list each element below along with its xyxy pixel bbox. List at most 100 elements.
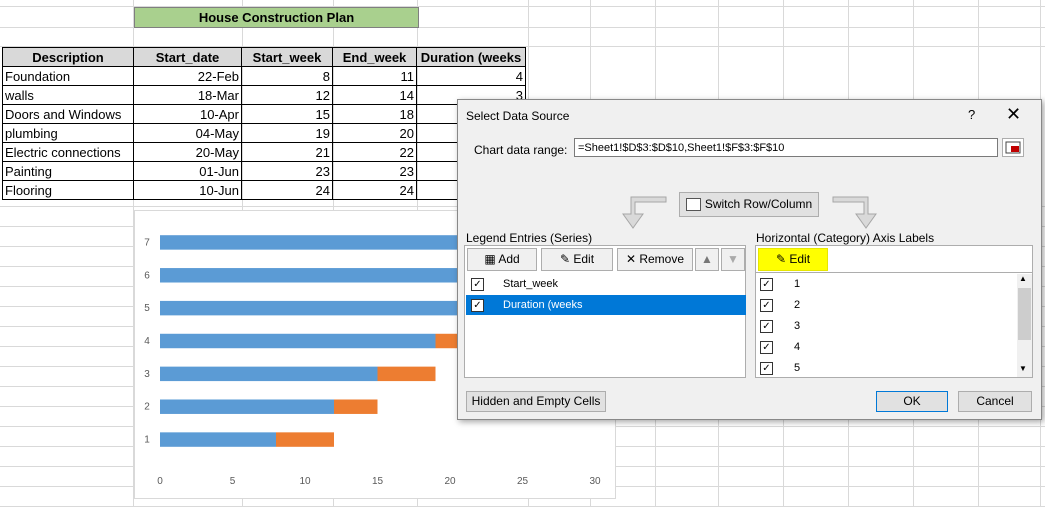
table-cell[interactable]: Flooring bbox=[2, 180, 134, 200]
axis-label-item[interactable]: ✓ 4 bbox=[757, 337, 1015, 357]
scroll-up-icon[interactable]: ▲ bbox=[1019, 274, 1027, 283]
axis-label-item[interactable]: ✓ 2 bbox=[757, 295, 1015, 315]
axis-label-item[interactable]: ✓ 1 bbox=[757, 274, 1015, 294]
remove-series-button[interactable]: ✕ Remove bbox=[617, 248, 693, 271]
bar-duration[interactable] bbox=[276, 432, 334, 447]
series-name: Start_week bbox=[503, 278, 559, 290]
help-button[interactable]: ? bbox=[968, 107, 975, 122]
table-cell[interactable]: Foundation bbox=[2, 66, 134, 86]
x-tick-label: 20 bbox=[444, 476, 456, 487]
table-cell[interactable]: 01-Jun bbox=[133, 161, 242, 181]
axis-label-item[interactable]: ✓ 3 bbox=[757, 316, 1015, 336]
edit-series-button[interactable]: ✎ Edit bbox=[541, 248, 613, 271]
axis-labels-box: ✎ Edit ✓ 1 ✓ 2 ✓ 3 ✓ 4 ✓ 5 ▲ ▼ bbox=[755, 245, 1033, 378]
table-cell[interactable]: 18 bbox=[332, 104, 417, 124]
series-item[interactable]: ✓ Start_week bbox=[466, 274, 746, 294]
table-row: plumbing 04-May 19 20 bbox=[2, 123, 526, 143]
arrow-left-icon bbox=[622, 196, 667, 229]
switch-row-column-button[interactable]: Switch Row/Column bbox=[679, 192, 819, 217]
table-cell[interactable]: 8 bbox=[241, 66, 333, 86]
close-icon[interactable]: ✕ bbox=[1006, 104, 1021, 125]
series-checkbox[interactable]: ✓ bbox=[471, 278, 484, 291]
axis-checkbox[interactable]: ✓ bbox=[760, 341, 773, 354]
divider bbox=[756, 272, 1032, 273]
table-row: Foundation 22-Feb 8 11 4 bbox=[2, 66, 526, 86]
remove-label: Remove bbox=[639, 252, 685, 266]
table-cell[interactable]: 21 bbox=[241, 142, 333, 162]
axis-checkbox[interactable]: ✓ bbox=[760, 278, 773, 291]
table-cell[interactable]: 20-May bbox=[133, 142, 242, 162]
bar-start-week[interactable] bbox=[160, 268, 494, 283]
legend-entries-label: Legend Entries (Series) bbox=[466, 231, 593, 245]
axis-label-value: 5 bbox=[794, 362, 801, 374]
table-cell[interactable]: 12 bbox=[241, 85, 333, 105]
table-cell[interactable]: 18-Mar bbox=[133, 85, 242, 105]
bar-start-week[interactable] bbox=[160, 366, 378, 382]
table-cell[interactable]: 10-Apr bbox=[133, 104, 242, 124]
table-cell[interactable]: Painting bbox=[2, 161, 134, 181]
edit-icon: ✎ bbox=[775, 252, 790, 266]
col-header[interactable]: Duration (weeks bbox=[416, 47, 526, 67]
scroll-thumb[interactable] bbox=[1018, 288, 1031, 340]
series-name: Duration (weeks bbox=[503, 299, 583, 311]
axis-label-item[interactable]: ✓ 5 bbox=[757, 358, 1015, 378]
y-tick-label: 4 bbox=[144, 336, 150, 347]
edit-axis-labels-button[interactable]: ✎ Edit bbox=[758, 248, 828, 271]
range-label: Chart data range: bbox=[474, 143, 568, 157]
ok-button[interactable]: OK bbox=[876, 391, 948, 412]
legend-entries-box: ▦ Add ✎ Edit ✕ Remove ▲ ▼ ✓ Start_week ✓ Du… bbox=[464, 245, 746, 378]
bar-duration[interactable] bbox=[334, 399, 378, 414]
add-label: Add bbox=[498, 252, 520, 266]
series-checkbox[interactable]: ✓ bbox=[471, 299, 484, 312]
table-cell[interactable]: 04-May bbox=[133, 123, 242, 143]
scrollbar[interactable]: ▲ ▼ bbox=[1017, 274, 1032, 377]
axis-checkbox[interactable]: ✓ bbox=[760, 362, 773, 375]
series-item[interactable]: ✓ Duration (weeks bbox=[466, 295, 746, 315]
move-up-button[interactable]: ▲ bbox=[695, 248, 719, 271]
col-header[interactable]: Description bbox=[2, 47, 134, 67]
hidden-empty-cells-button[interactable]: Hidden and Empty Cells bbox=[466, 391, 606, 412]
table-cell[interactable]: 20 bbox=[332, 123, 417, 143]
edit-label: Edit bbox=[573, 252, 595, 266]
x-tick-label: 5 bbox=[230, 476, 236, 487]
bar-start-week[interactable] bbox=[160, 432, 276, 447]
table-cell[interactable]: 22-Feb bbox=[133, 66, 242, 86]
table-cell[interactable]: 11 bbox=[332, 66, 417, 86]
range-collapse-button[interactable] bbox=[1002, 138, 1024, 157]
chart-range-input[interactable]: =Sheet1!$D$3:$D$10,Sheet1!$F$3:$F$10 bbox=[574, 138, 998, 157]
bar-start-week[interactable] bbox=[160, 333, 436, 349]
table-cell[interactable]: 24 bbox=[332, 180, 417, 200]
table-cell[interactable]: 23 bbox=[241, 161, 333, 181]
table-cell[interactable]: Doors and Windows bbox=[2, 104, 134, 124]
table-cell[interactable]: 19 bbox=[241, 123, 333, 143]
axis-checkbox[interactable]: ✓ bbox=[760, 320, 773, 333]
table-cell[interactable]: 24 bbox=[241, 180, 333, 200]
bar-start-week[interactable] bbox=[160, 235, 508, 250]
add-series-button[interactable]: ▦ Add bbox=[467, 248, 537, 271]
col-header[interactable]: Start_week bbox=[241, 47, 333, 67]
move-down-button[interactable]: ▼ bbox=[721, 248, 745, 271]
table-cell[interactable]: Electric connections bbox=[2, 142, 134, 162]
table-cell[interactable]: 4 bbox=[416, 66, 526, 86]
sheet-title[interactable]: House Construction Plan bbox=[134, 7, 419, 28]
scroll-down-icon[interactable]: ▼ bbox=[1019, 364, 1027, 373]
table-cell[interactable]: 10-Jun bbox=[133, 180, 242, 200]
bar-start-week[interactable] bbox=[160, 399, 334, 414]
bar-duration[interactable] bbox=[377, 366, 436, 382]
axis-edit-label: Edit bbox=[789, 252, 811, 266]
y-tick-label: 6 bbox=[144, 270, 150, 281]
bar-start-week[interactable] bbox=[160, 300, 465, 316]
table-cell[interactable]: plumbing bbox=[2, 123, 134, 143]
axis-checkbox[interactable]: ✓ bbox=[760, 299, 773, 312]
col-header[interactable]: End_week bbox=[332, 47, 417, 67]
table-cell[interactable]: 22 bbox=[332, 142, 417, 162]
table-cell[interactable]: 23 bbox=[332, 161, 417, 181]
col-header[interactable]: Start_date bbox=[133, 47, 242, 67]
axis-label-value: 2 bbox=[794, 299, 801, 311]
table-cell[interactable]: 14 bbox=[332, 85, 417, 105]
table-cell[interactable]: 15 bbox=[241, 104, 333, 124]
table-cell[interactable]: walls bbox=[2, 85, 134, 105]
x-tick-label: 25 bbox=[517, 476, 529, 487]
cancel-button[interactable]: Cancel bbox=[958, 391, 1032, 412]
edit-icon: ✎ bbox=[559, 252, 574, 266]
